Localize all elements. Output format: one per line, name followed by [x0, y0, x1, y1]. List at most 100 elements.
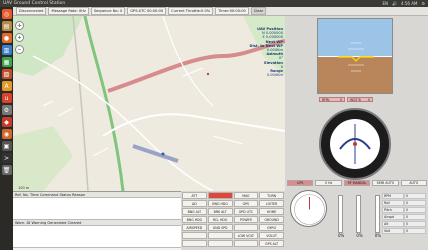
- settings-icon[interactable]: ⚙: [1, 105, 12, 115]
- mode-button[interactable]: AUTO: [400, 180, 428, 186]
- status-field[interactable]: Timer:00:00:00: [215, 7, 249, 15]
- command-button[interactable]: GYRO: [259, 224, 284, 231]
- impress-icon[interactable]: ▧: [1, 69, 12, 79]
- pill-rfrl: RFRL 0: [319, 97, 345, 102]
- mode-button[interactable]: GPS: [287, 180, 314, 186]
- zoom-out-button[interactable]: −: [15, 45, 24, 54]
- command-button[interactable]: [207, 192, 233, 199]
- tray-item-0[interactable]: EN: [382, 1, 388, 6]
- command-button[interactable]: BNG ALT: [182, 208, 207, 215]
- trash-icon[interactable]: 🗑: [1, 165, 12, 175]
- status-field[interactable]: Current Throttle:0.0%: [168, 7, 214, 15]
- pill-label: RFRL: [322, 97, 331, 102]
- system-topbar: UAV Ground Control Station EN 🔊 4:56 AM ⚙: [0, 0, 428, 7]
- command-button[interactable]: RCL HDG: [207, 216, 233, 223]
- command-button[interactable]: GPS ALT: [259, 240, 284, 247]
- command-button[interactable]: [207, 232, 233, 239]
- status-field[interactable]: Message Rate: 0Hz: [48, 7, 89, 15]
- command-button[interactable]: ATT: [182, 192, 207, 199]
- bar-label: 0%: [356, 233, 363, 238]
- gcs-app: Disconnected Message Rate: 0Hz Sequence No…: [13, 7, 428, 250]
- command-button[interactable]: TURN: [259, 192, 284, 199]
- rpm-gauge: [290, 190, 327, 227]
- app-icon-11[interactable]: ◉: [1, 129, 12, 139]
- log-panel: Ref. No. Time Command Status Reason Warn…: [13, 191, 181, 250]
- status-field[interactable]: Sequence No: 0: [90, 7, 126, 15]
- map-scale: 100 m: [18, 186, 30, 190]
- telem-value: 0: [404, 193, 426, 199]
- heading-needle: [339, 124, 371, 164]
- warning-log-list[interactable]: [13, 226, 181, 248]
- level-bar: [356, 195, 362, 233]
- command-button[interactable]: [182, 232, 207, 239]
- command-button[interactable]: BNG HDG: [182, 216, 207, 223]
- command-log-list[interactable]: [13, 198, 181, 220]
- workspace-icon[interactable]: ▣: [1, 141, 12, 151]
- telemetry-table: RPM 0 Roll 0 Pitch 0 Airspd 0 Alt 0 Volt 0: [382, 193, 426, 234]
- compass-button[interactable]: ✛: [15, 21, 24, 30]
- window-title: UAV Ground Control Station: [3, 1, 66, 6]
- pill-value: 0: [367, 97, 370, 102]
- telem-label: Roll: [382, 200, 404, 206]
- status-field[interactable]: Disconnected: [16, 7, 47, 15]
- command-button[interactable]: [233, 224, 259, 231]
- writer-icon[interactable]: ▥: [1, 45, 12, 55]
- app-icon-10[interactable]: ◆: [1, 117, 12, 127]
- zoom-in-button[interactable]: +: [15, 33, 24, 42]
- software-center-icon[interactable]: A: [1, 81, 12, 91]
- firefox-icon[interactable]: ●: [1, 33, 12, 43]
- launcher: ◎ ▤ ● ▥ ▦ ▧ Au ⚙ ◆ ◉ ▣ > 🗑: [0, 7, 13, 250]
- command-button[interactable]: VOLUT: [259, 232, 284, 239]
- telem-value: 0: [404, 200, 426, 206]
- map-view[interactable]: ✛ + − UAV Position N 0.000000 E 0.000000…: [13, 16, 285, 191]
- system-tray: EN 🔊 4:56 AM ⚙: [382, 1, 425, 6]
- telem-label: RPM: [382, 193, 404, 199]
- level-bars: 0% 0% 0%: [338, 195, 381, 238]
- ubuntu-one-icon[interactable]: u: [1, 93, 12, 103]
- terminal-icon[interactable]: >: [1, 153, 12, 163]
- level-bar: [338, 195, 343, 233]
- command-button[interactable]: GPS: [233, 200, 259, 207]
- command-button[interactable]: AD: [182, 200, 207, 207]
- command-button[interactable]: GND SPD: [207, 224, 233, 231]
- pill-wgt-b: WGT B 0: [347, 97, 373, 102]
- tray-item-1[interactable]: 🔊: [392, 1, 397, 6]
- tray-item-3[interactable]: ⚙: [421, 1, 425, 6]
- telem-value: 0: [404, 228, 426, 234]
- command-button[interactable]: LOW VOLT: [233, 232, 259, 239]
- telem-value: 0: [404, 221, 426, 227]
- telem-value: 0: [404, 207, 426, 213]
- ubuntu-dash-icon[interactable]: ◎: [1, 9, 12, 19]
- command-button[interactable]: GPD UTC: [233, 208, 259, 215]
- mode-button[interactable]: RF MANUAL: [343, 180, 371, 186]
- bar-wrap: 0%: [356, 195, 363, 238]
- gauge-face: [294, 194, 325, 225]
- mode-button[interactable]: SEMI AUTO: [372, 180, 399, 186]
- command-button[interactable]: LOITER: [259, 200, 284, 207]
- command-button[interactable]: HOME: [259, 208, 284, 215]
- command-button[interactable]: BRK ALT: [207, 208, 233, 215]
- command-button[interactable]: AIRSPEED: [182, 224, 207, 231]
- status-field[interactable]: GPS:UTC 00:00:00: [127, 7, 167, 15]
- command-button[interactable]: [207, 240, 233, 247]
- telem-label: Alt: [382, 221, 404, 227]
- command-button[interactable]: POWER: [233, 216, 259, 223]
- command-button[interactable]: [182, 240, 207, 247]
- pill-row: RFRL 0 WGT B 0: [319, 97, 373, 102]
- calc-icon[interactable]: ▦: [1, 57, 12, 67]
- command-button[interactable]: [233, 240, 259, 247]
- telem-value: 0: [404, 214, 426, 220]
- files-icon[interactable]: ▤: [1, 21, 12, 31]
- tray-item-2[interactable]: 4:56 AM: [401, 1, 417, 6]
- mode-button[interactable]: 0 Hz: [315, 180, 342, 186]
- command-button[interactable]: BNG HDG: [207, 200, 233, 207]
- command-button[interactable]: GROUND: [259, 216, 284, 223]
- clear-button[interactable]: Clear: [250, 7, 267, 15]
- heading-indicator: [319, 108, 391, 180]
- command-grid: ATT MAG TURN AD BNG HDG GPS LOITER BNG ALT BRK A…: [181, 191, 285, 250]
- telem-label: Airspd: [382, 214, 404, 220]
- bar-label: 0%: [338, 233, 345, 238]
- bar-wrap: 0%: [374, 195, 381, 238]
- command-button[interactable]: MAG: [233, 192, 259, 199]
- telem-label: Pitch: [382, 207, 404, 213]
